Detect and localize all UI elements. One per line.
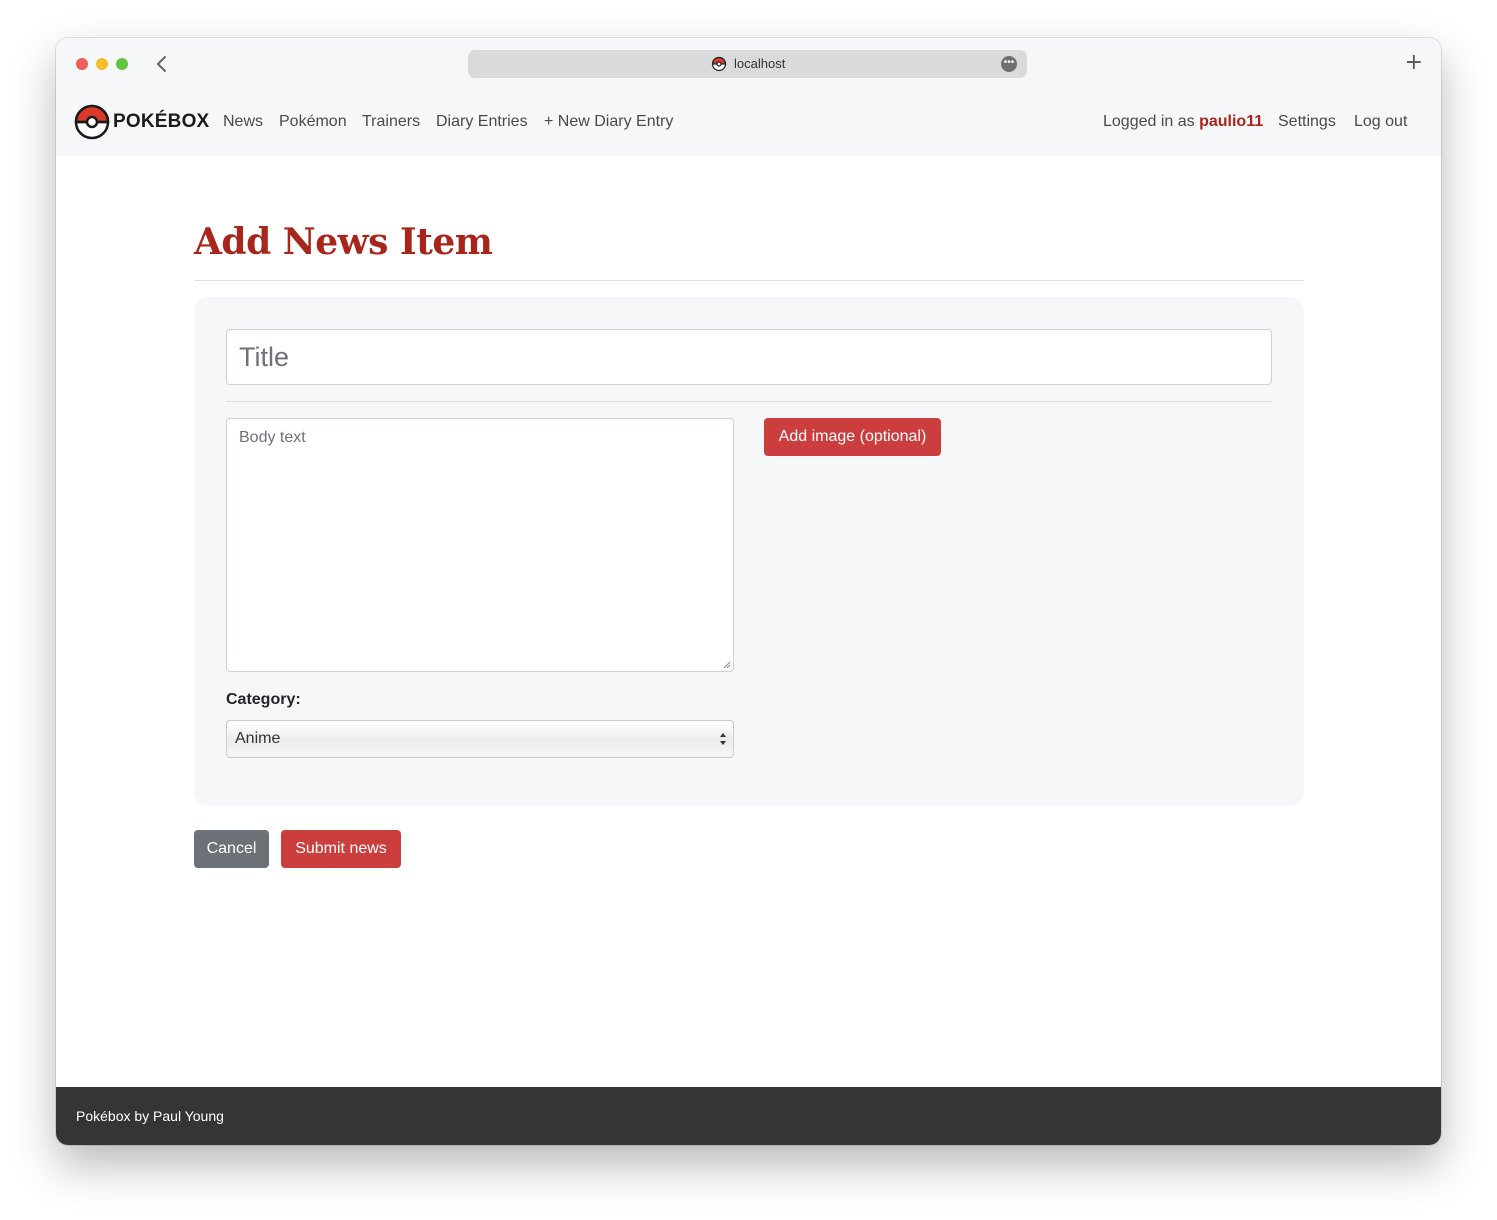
footer-credit: Pokébox by Paul Young (76, 1108, 224, 1124)
page-title: Add News Item (194, 221, 493, 263)
title-input[interactable]: Title (226, 329, 1272, 385)
nav-link-new-diary-entry[interactable]: + New Diary Entry (544, 113, 673, 131)
site-footer: Pokébox by Paul Young (56, 1087, 1441, 1145)
category-select[interactable]: Anime (226, 720, 734, 758)
nav-link-diary-entries[interactable]: Diary Entries (436, 113, 528, 131)
plus-icon: + (544, 113, 554, 130)
pokeball-logo-icon (74, 104, 110, 140)
page-menu-icon[interactable]: ••• (1001, 56, 1017, 72)
nav-link-news[interactable]: News (223, 113, 263, 131)
news-form-card: Title Body text Add image (optional) Cat… (194, 297, 1304, 806)
username-link[interactable]: paulio11 (1199, 113, 1263, 130)
new-tab-button[interactable]: + (1405, 52, 1423, 74)
cancel-button[interactable]: Cancel (194, 830, 269, 868)
select-arrows-icon (720, 733, 726, 745)
add-image-button[interactable]: Add image (optional) (764, 418, 941, 456)
nav-link-logout[interactable]: Log out (1354, 113, 1407, 131)
nav-link-new-diary-entry-label: New Diary Entry (557, 113, 674, 130)
category-selected-value: Anime (235, 730, 281, 747)
pokeball-favicon-icon (711, 56, 727, 72)
nav-link-settings[interactable]: Settings (1278, 113, 1336, 131)
site-navbar: POKÉBOX News Pokémon Trainers Diary Entr… (56, 90, 1441, 156)
submit-news-button[interactable]: Submit news (281, 830, 401, 868)
form-divider (226, 401, 1272, 402)
logged-in-prefix: Logged in as (1103, 113, 1195, 130)
category-label: Category: (226, 691, 301, 708)
maximize-window-button[interactable] (116, 58, 128, 70)
body-text-input[interactable]: Body text (226, 418, 734, 672)
logged-in-status: Logged in as paulio11 (1103, 113, 1263, 131)
resize-grip-icon[interactable] (723, 661, 731, 669)
minimize-window-button[interactable] (96, 58, 108, 70)
browser-titlebar: localhost ••• + (56, 38, 1441, 90)
brand-name: POKÉBOX (113, 111, 210, 132)
address-bar[interactable]: localhost ••• (468, 50, 1027, 78)
brand-link[interactable]: POKÉBOX (74, 104, 209, 140)
nav-link-pokemon[interactable]: Pokémon (279, 113, 347, 131)
back-arrow-icon[interactable] (154, 52, 170, 76)
close-window-button[interactable] (76, 58, 88, 70)
title-divider (194, 280, 1304, 281)
body-text-placeholder: Body text (239, 429, 306, 446)
url-text: localhost (734, 56, 786, 71)
browser-window: localhost ••• + POKÉBOX News Pokémon Tra… (56, 38, 1441, 1145)
nav-link-trainers[interactable]: Trainers (362, 113, 420, 131)
